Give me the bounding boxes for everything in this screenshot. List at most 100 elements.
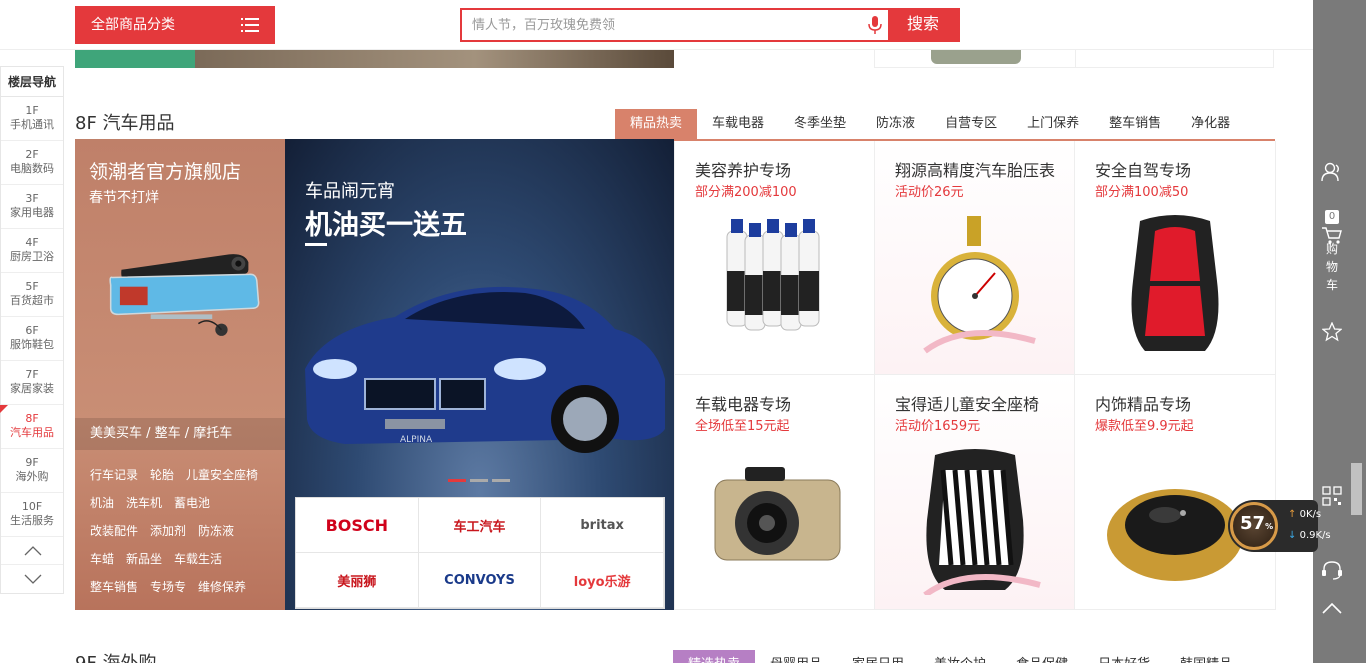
- back-to-top-button[interactable]: [1313, 600, 1350, 619]
- floor-nav-number: 7F: [25, 368, 39, 381]
- quick-link[interactable]: 机油: [90, 489, 114, 517]
- arrow-up-icon: [1321, 602, 1342, 614]
- brand-logo[interactable]: 车工汽车: [418, 498, 542, 553]
- banner-dot[interactable]: [470, 479, 488, 482]
- next-floor-tab[interactable]: 美妆个护: [919, 650, 1001, 663]
- search-button[interactable]: 搜索: [888, 10, 958, 40]
- quick-link[interactable]: 维修保养: [198, 573, 246, 601]
- brand-logo[interactable]: BOSCH: [296, 498, 419, 553]
- next-floor-tab[interactable]: 日本好货: [1083, 650, 1165, 663]
- banner-line1: 车品闹元宵: [305, 181, 395, 202]
- tire-gauge-icon: [923, 216, 1036, 354]
- quick-link[interactable]: 改装配件: [90, 517, 138, 545]
- floor-tab[interactable]: 防冻液: [861, 109, 930, 139]
- all-categories-button[interactable]: 全部商品分类: [75, 6, 275, 44]
- customer-service-button[interactable]: [1313, 560, 1350, 584]
- floor-nav-number: 8F: [25, 412, 39, 425]
- floor-nav-label: 家用电器: [10, 206, 54, 219]
- floor-tab[interactable]: 上门保养: [1012, 109, 1094, 139]
- main-banner[interactable]: 车品闹元宵 机油买一送五 ALPINA BOSCH 车工汽车 britax 美丽狮 CO…: [285, 139, 674, 610]
- product-title: 内饰精品专场: [1095, 395, 1192, 414]
- floor-tab[interactable]: 精品热卖: [615, 109, 698, 139]
- zebra-child-seat-icon: [923, 449, 1041, 595]
- floor-nav-label: 百货超市: [10, 294, 54, 307]
- quick-link[interactable]: 蓄电池: [174, 489, 210, 517]
- floor-nav-item[interactable]: 4F 厨房卫浴: [1, 229, 63, 273]
- next-floor-tab[interactable]: 家居日用: [837, 650, 919, 663]
- floor-tab[interactable]: 自营专区: [930, 109, 1012, 139]
- quick-link[interactable]: 轮胎: [150, 461, 174, 489]
- brand-logo-text: 美丽狮: [337, 574, 377, 590]
- product-cell[interactable]: 美容养护专场 部分满200减100: [675, 141, 875, 375]
- speed-percent: 57%: [1240, 513, 1274, 534]
- floor-nav-item[interactable]: 6F 服饰鞋包: [1, 317, 63, 361]
- child-seat-red-icon: [1131, 215, 1219, 351]
- next-floor-tab[interactable]: 母婴用品: [755, 650, 837, 663]
- banner-dot[interactable]: [492, 479, 510, 482]
- product-cell[interactable]: 安全自驾专场 部分满100减50: [1075, 141, 1276, 375]
- banner-pagination: [448, 479, 514, 482]
- microphone-icon[interactable]: [868, 16, 882, 34]
- car-badge-text: ALPINA: [400, 435, 433, 445]
- product-cell[interactable]: 车载电器专场 全场低至15元起: [675, 375, 875, 610]
- floor-nav-item[interactable]: 9F 海外购: [1, 449, 63, 493]
- floor-tab[interactable]: 整车销售: [1094, 109, 1176, 139]
- star-icon: [1320, 321, 1343, 342]
- floor-nav-down-button[interactable]: [1, 565, 63, 593]
- quick-link[interactable]: 车载生活: [174, 545, 222, 573]
- brand-logo[interactable]: CONVOYS: [418, 553, 542, 608]
- floor-nav-item[interactable]: 7F 家居家装: [1, 361, 63, 405]
- floor-nav-item[interactable]: 2F 电脑数码: [1, 141, 63, 185]
- search-input[interactable]: [462, 10, 862, 40]
- brand-logo[interactable]: loyo乐游: [541, 553, 664, 608]
- floor-tab[interactable]: 车载电器: [697, 109, 779, 139]
- rearview-dashcam-icon: [109, 254, 260, 336]
- oil-bottles-icon: [726, 219, 820, 331]
- quick-link[interactable]: 行车记录: [90, 461, 138, 489]
- product-cell[interactable]: 宝得适儿童安全座椅 活动价1659元: [875, 375, 1075, 610]
- scrollbar-thumb[interactable]: [1351, 463, 1362, 515]
- floor-nav-number: 1F: [25, 104, 39, 117]
- quick-link[interactable]: 整车销售: [90, 573, 138, 601]
- promo-headline: 领潮者官方旗舰店: [89, 161, 242, 183]
- floor-nav-item[interactable]: 10F 生活服务: [1, 493, 63, 537]
- quick-link[interactable]: 洗车机: [126, 489, 162, 517]
- quick-link[interactable]: 新品坐: [126, 545, 162, 573]
- floor-tab[interactable]: 冬季坐垫: [779, 109, 861, 139]
- next-floor-tab[interactable]: 精选热卖: [673, 650, 756, 663]
- qr-code-button[interactable]: [1313, 486, 1350, 510]
- user-center-button[interactable]: [1313, 162, 1350, 186]
- product-grid: 美容养护专场 部分满200减100 翔源高精度汽车胎压表 活动价26元 安全自驾专场 部分…: [674, 141, 1276, 610]
- cart-label[interactable]: 购物车: [1326, 240, 1338, 294]
- floor-nav-number: 5F: [25, 280, 39, 293]
- banner-dot[interactable]: [448, 479, 466, 482]
- quick-link[interactable]: 添加剂: [150, 517, 186, 545]
- next-floor-tab[interactable]: 食品保健: [1001, 650, 1083, 663]
- user-icon: [1320, 162, 1339, 182]
- quick-link[interactable]: 防冻液: [198, 517, 234, 545]
- floor-tab[interactable]: 净化器: [1176, 109, 1245, 139]
- next-floor-tab[interactable]: 韩国精品: [1165, 650, 1247, 663]
- floor-navigation: 楼层导航 1F 手机通讯 2F 电脑数码 3F 家用电器 4F 厨房卫浴 5F 百货超市 6F 服饰鞋…: [0, 66, 64, 594]
- favorites-button[interactable]: [1313, 321, 1350, 346]
- floor-nav-up-button[interactable]: [1, 537, 63, 565]
- network-speed-widget[interactable]: 57% ↑ 0K/s ↓ 0.9K/s: [1228, 500, 1331, 552]
- banner-underline: [305, 243, 327, 246]
- floor-nav-item[interactable]: 8F 汽车用品: [0, 405, 63, 449]
- brand-logo[interactable]: 美丽狮: [296, 553, 419, 608]
- floor-nav-item[interactable]: 1F 手机通讯: [1, 97, 63, 141]
- floor-nav-label: 电脑数码: [10, 162, 54, 175]
- quick-link[interactable]: 车蜡: [90, 545, 114, 573]
- all-categories-label: 全部商品分类: [91, 17, 175, 33]
- floor-nav-number: 4F: [25, 236, 39, 249]
- floor-nav-item[interactable]: 3F 家用电器: [1, 185, 63, 229]
- quick-link[interactable]: 儿童安全座椅: [186, 461, 258, 489]
- promo-strip: 美美买车 / 整车 / 摩托车: [75, 418, 285, 450]
- brand-logo[interactable]: britax: [541, 498, 664, 553]
- left-promo-column[interactable]: 领潮者官方旗舰店 春节不打烊 美美买车 / 整车 / 摩托车 行车记录 轮胎 儿童安…: [75, 139, 285, 610]
- floor-nav-label: 生活服务: [10, 514, 54, 527]
- floor-nav-item[interactable]: 5F 百货超市: [1, 273, 63, 317]
- product-cell[interactable]: 翔源高精度汽车胎压表 活动价26元: [875, 141, 1075, 375]
- product-cell[interactable]: 内饰精品专场 爆款低至9.9元起: [1075, 375, 1276, 610]
- quick-link[interactable]: 专场专: [150, 573, 186, 601]
